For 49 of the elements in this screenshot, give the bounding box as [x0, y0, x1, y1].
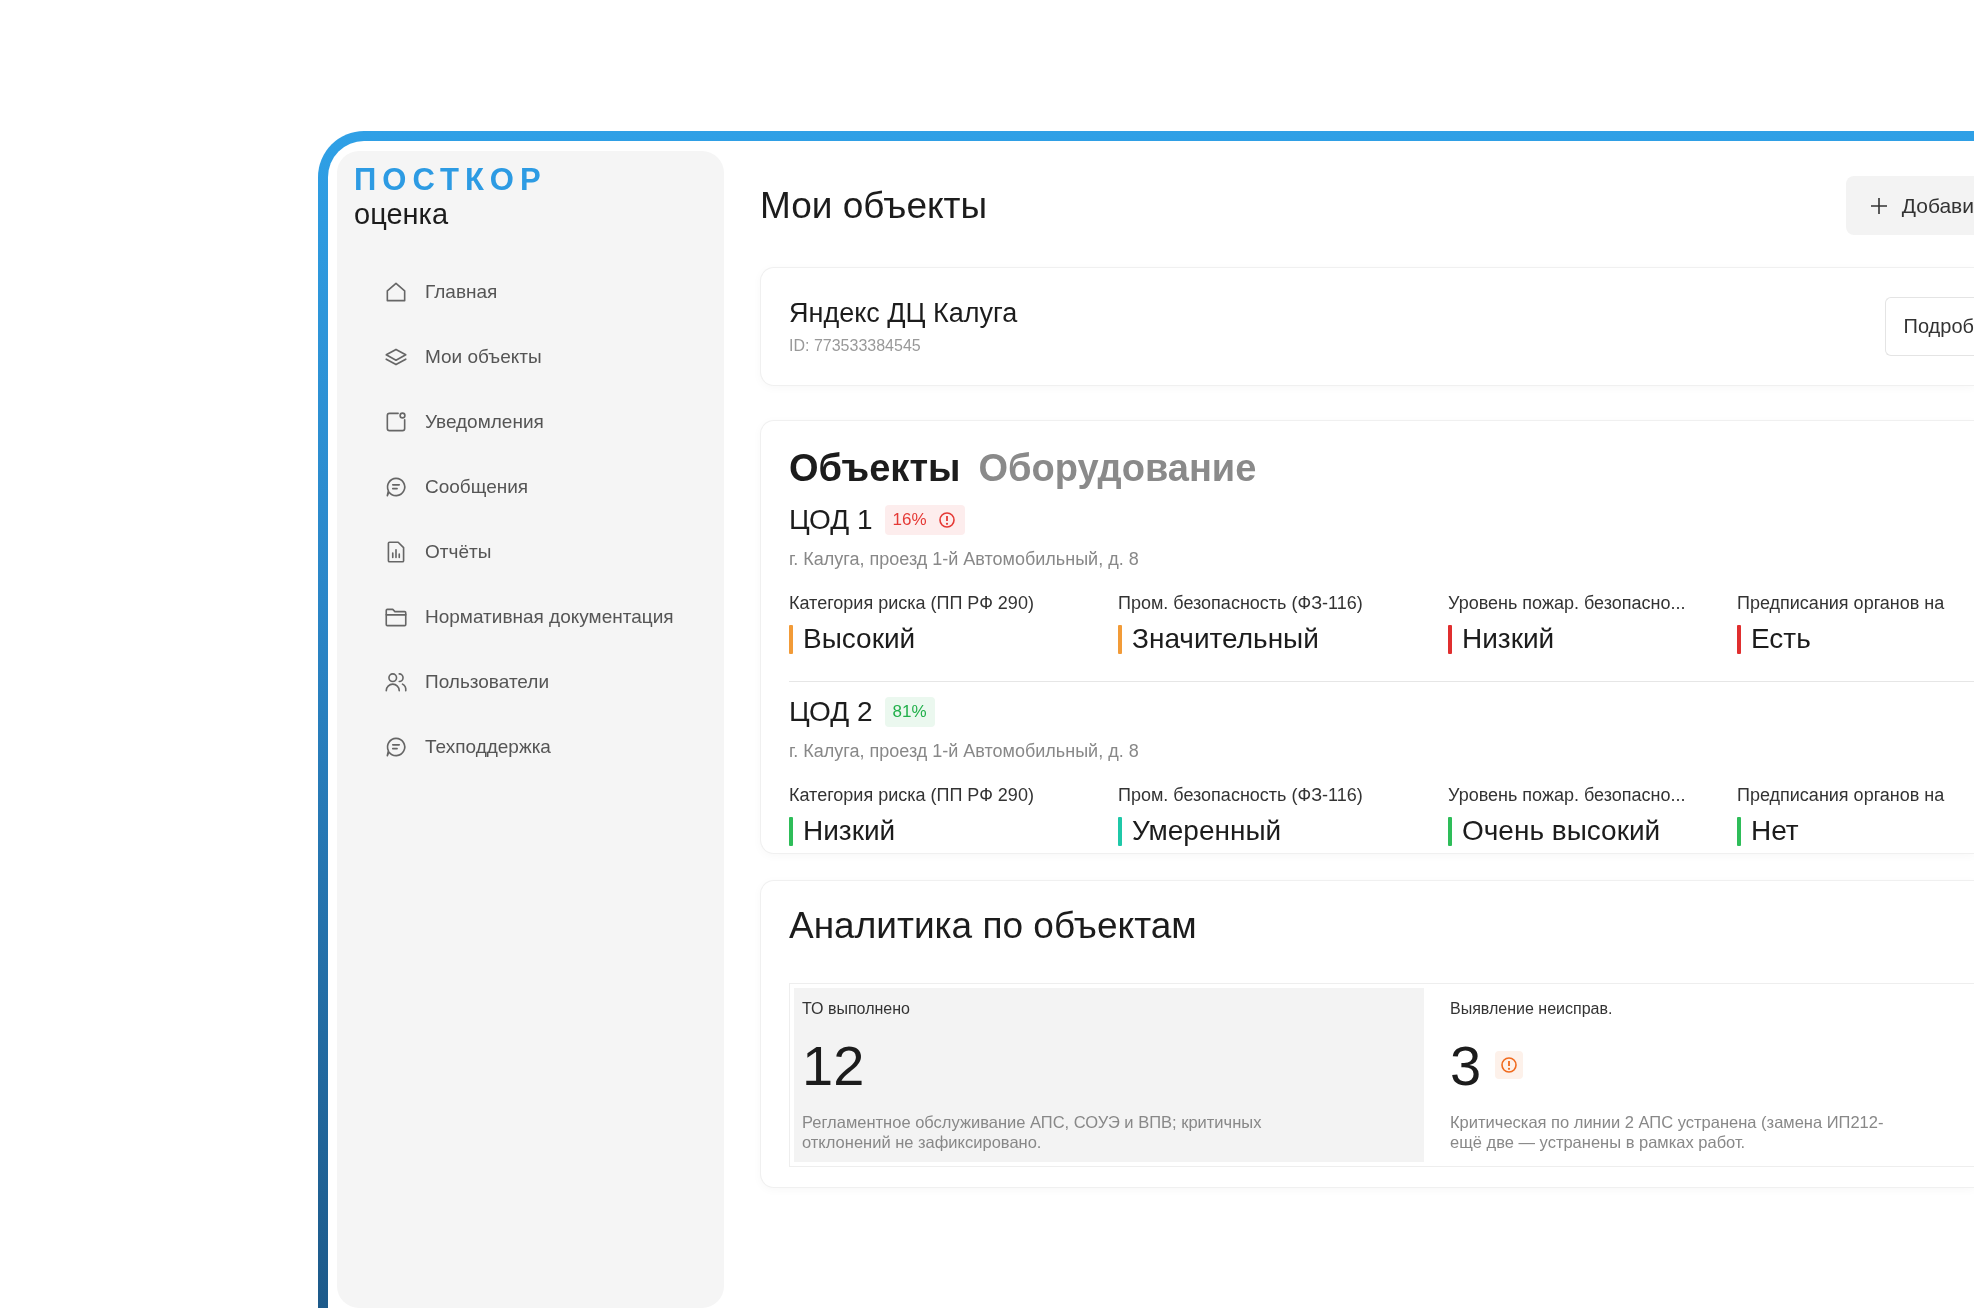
sidebar-item[interactable]: Пользователи: [354, 649, 549, 714]
object-address: г. Калуга, проезд 1-й Автомобильный, д. 8: [789, 549, 1140, 570]
stat-label: Выявление неисправ.: [1450, 1000, 1614, 1018]
metric-value: Низкий: [803, 815, 896, 847]
details-button[interactable]: Подроб: [1884, 297, 1974, 356]
metric-label: Пром. безопасность (ФЗ-116): [1118, 593, 1364, 614]
metric-value: Очень высокий: [1462, 815, 1661, 847]
stat-value: 3: [1450, 1032, 1482, 1098]
page-title: Мои объекты: [760, 184, 988, 227]
alert-icon: [1499, 1055, 1520, 1075]
stat-value: 12: [802, 1032, 865, 1098]
stat-tile[interactable]: Выявление неисправ. 3 Критическая по линии 2 АПС устранена (замена ИП212- ещё две — устранены в рамках работ.: [1442, 988, 1970, 1162]
stat-label: ТО выполнено: [802, 1000, 911, 1018]
sidebar-item[interactable]: Главная: [354, 259, 498, 324]
sidebar-item[interactable]: Техподдержка: [354, 714, 551, 779]
sidebar-item[interactable]: Мои объекты: [354, 324, 542, 389]
product-name: оценка: [354, 197, 448, 231]
stat-tile[interactable]: ТО выполнено 12 Регламентное обслуживание АПС, СОУЭ и ВПВ; критичных отклонений не зафиксировано.: [794, 988, 1424, 1162]
alert-icon: [936, 510, 957, 530]
section-title: Аналитика по объектам: [789, 905, 1198, 947]
score-badge: 16%: [884, 505, 965, 535]
metric-value: Низкий: [1462, 623, 1555, 655]
score-badge: 81%: [884, 697, 935, 727]
metric-label: Уровень пожар. безопасно...: [1448, 593, 1687, 614]
metric-value: Значительный: [1132, 623, 1319, 655]
sidebar-item[interactable]: Сообщения: [354, 454, 529, 519]
site-name: Яндекс ДЦ Калуга: [789, 298, 1018, 329]
metric-value: Есть: [1751, 623, 1811, 655]
metric-label: Категория риска (ПП РФ 290): [789, 785, 1035, 806]
object-name: ЦОД 2: [789, 696, 873, 728]
metric-label: Предписания органов на: [1737, 593, 1946, 614]
metric-value: Высокий: [803, 623, 916, 655]
metric-value: Нет: [1751, 815, 1799, 847]
metric-label: Пром. безопасность (ФЗ-116): [1118, 785, 1364, 806]
stat-description: Регламентное обслуживание АПС, СОУЭ и ВПВ; критичных отклонений не зафиксировано.: [802, 1112, 1263, 1152]
object-address: г. Калуга, проезд 1-й Автомобильный, д. 8: [789, 741, 1140, 762]
tab[interactable]: Объекты: [789, 447, 961, 490]
object-name: ЦОД 1: [789, 504, 873, 536]
metric-value: Умеренный: [1132, 815, 1282, 847]
site-id: ID: 773533384545: [789, 337, 922, 355]
metric-label: Категория риска (ПП РФ 290): [789, 593, 1035, 614]
stat-description: Критическая по линии 2 АПС устранена (замена ИП212- ещё две — устранены в рамках работ.: [1450, 1112, 1885, 1152]
brand-logo: ПОСТКОР: [354, 165, 547, 195]
sidebar-item[interactable]: Отчёты: [354, 519, 492, 584]
sidebar-item[interactable]: Уведомления: [354, 389, 544, 454]
add-button[interactable]: Добави: [1845, 176, 1974, 235]
metric-label: Предписания органов на: [1737, 785, 1946, 806]
sidebar-item[interactable]: Нормативная документация: [354, 584, 674, 649]
metric-label: Уровень пожар. безопасно...: [1448, 785, 1687, 806]
